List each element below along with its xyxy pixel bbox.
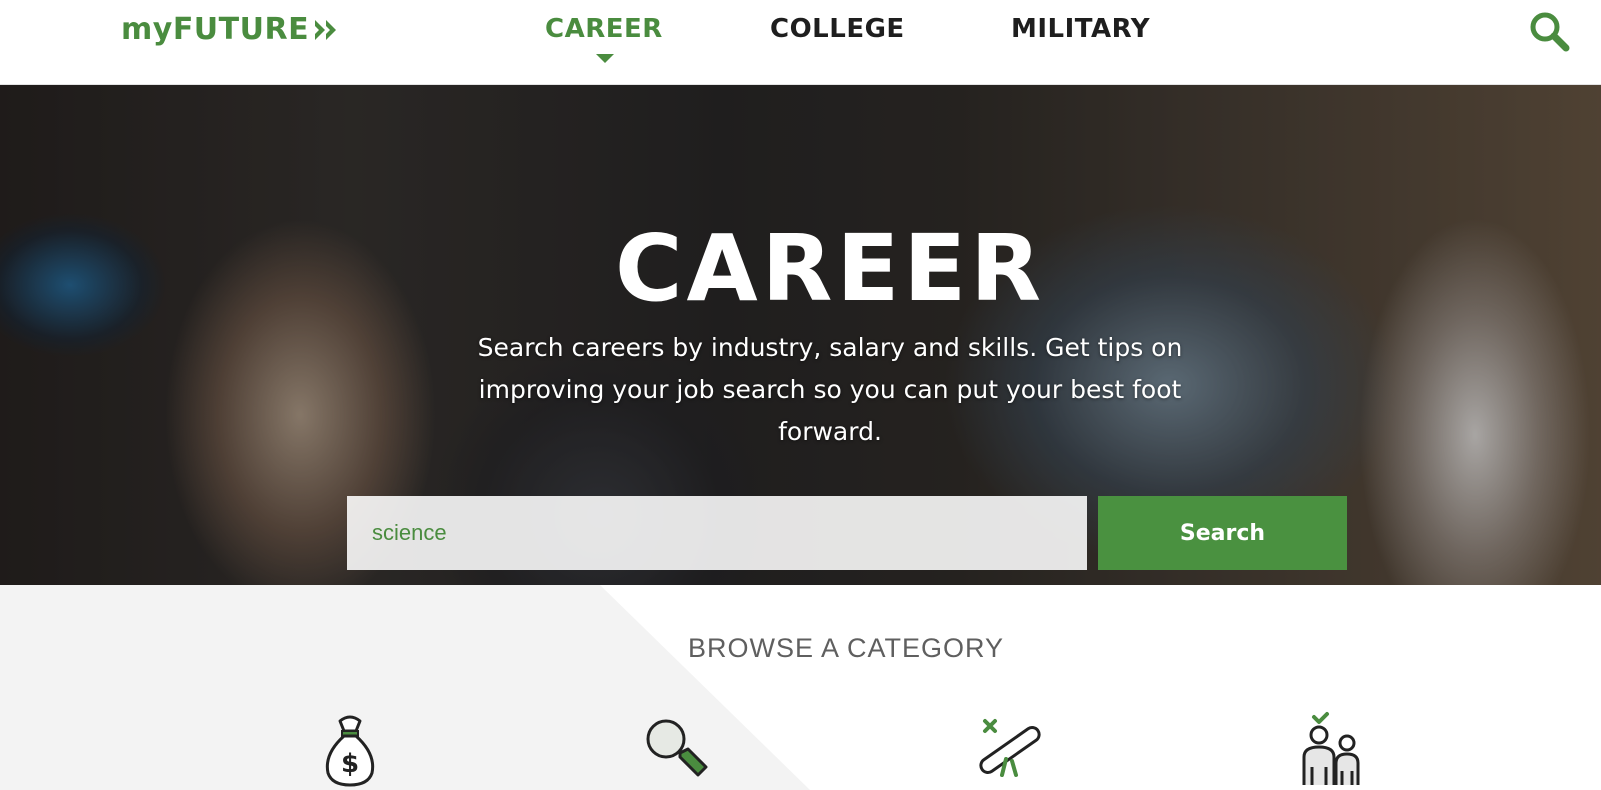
site-header: myFUTURE CAREER COLLEGE MILITARY [0,0,1601,85]
svg-text:$: $ [341,749,359,779]
category-people[interactable] [1294,709,1374,789]
money-bag-icon: $ [325,715,375,787]
people-icon [1302,712,1360,785]
browse-heading: BROWSE A CATEGORY [687,633,1005,663]
double-chevron-icon [315,19,337,40]
hero-title: CAREER [614,215,1046,322]
browse-category-section: BROWSE A CATEGORY $ [0,585,1601,790]
nav-career[interactable]: CAREER [545,14,663,44]
category-diploma[interactable] [970,709,1050,789]
logo-text: myFUTURE [121,12,310,47]
site-logo[interactable]: myFUTURE [121,12,339,47]
nav-college[interactable]: COLLEGE [770,14,905,44]
hero-banner: CAREER Search careers by industry, salar… [0,85,1601,585]
nav-active-indicator [596,54,614,63]
search-icon [1530,12,1570,52]
header-search-button[interactable] [1528,10,1572,54]
hero-subtitle: Search careers by industry, salary and s… [477,333,1183,446]
magnifying-glass-icon [646,719,708,777]
diploma-icon [979,719,1041,777]
category-magnifying-glass[interactable] [636,709,716,789]
nav-military[interactable]: MILITARY [1011,14,1150,44]
career-search-input[interactable] [347,496,1087,570]
search-button[interactable]: Search [1098,496,1347,570]
category-money-bag[interactable]: $ [312,709,392,789]
